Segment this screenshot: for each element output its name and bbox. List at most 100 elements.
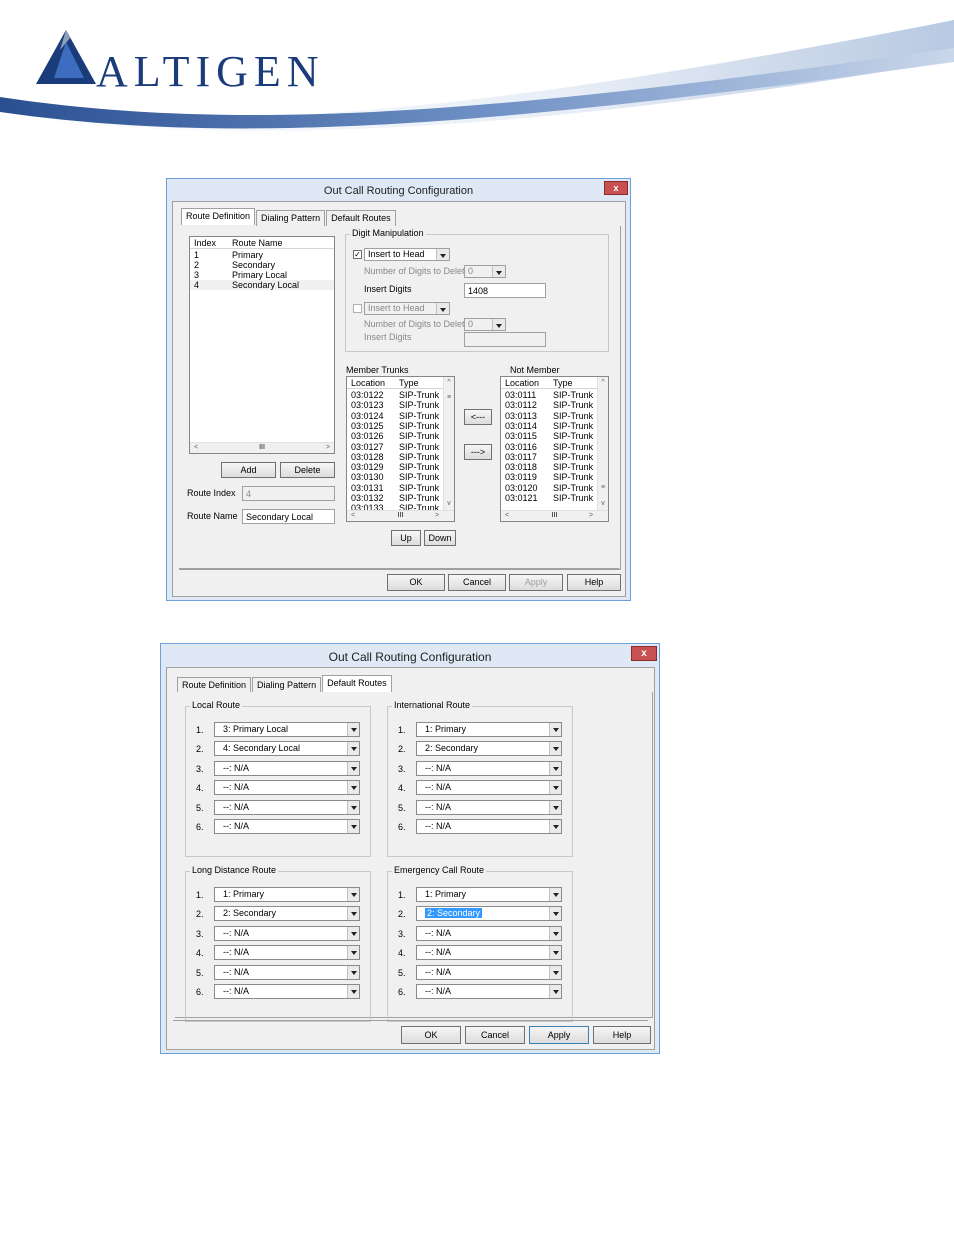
tab-default-routes[interactable]: Default Routes (326, 210, 396, 227)
chevron-down-icon[interactable] (347, 820, 359, 833)
list-item[interactable]: 03:0118 SIP-Trunk (501, 462, 599, 472)
move-to-member-button[interactable]: <--- (464, 409, 492, 425)
list-item[interactable]: 1 Primary (190, 250, 334, 260)
list-item[interactable]: 03:0113 SIP-Trunk (501, 411, 599, 421)
international-route-priority-dropdown[interactable]: --: N/A (416, 799, 562, 815)
rule2-checkbox[interactable] (353, 304, 362, 313)
long-distance-route-priority-dropdown[interactable]: --: N/A (214, 964, 360, 980)
not-member-vscrollbar[interactable]: ^ ≡ v (597, 377, 608, 510)
tab-route-definition[interactable]: Route Definition (181, 208, 256, 225)
column-route-name[interactable]: Route Name (232, 238, 283, 248)
emergency-call-route-priority-dropdown[interactable]: --: N/A (416, 925, 562, 941)
scroll-grip-icon[interactable]: ≡ (444, 393, 454, 403)
chevron-down-icon[interactable] (549, 985, 561, 998)
list-item[interactable]: 03:0117 SIP-Trunk (501, 452, 599, 462)
local-route-priority-dropdown[interactable]: --: N/A (214, 760, 360, 776)
column-location[interactable]: Location (351, 378, 385, 388)
scroll-right-icon[interactable]: > (432, 511, 442, 521)
member-trunks-list[interactable]: Location Type 03:0122 SIP-Trunk 03:0123 SIP… (346, 376, 455, 522)
column-index[interactable]: Index (194, 238, 216, 248)
list-item[interactable]: 03:0126 SIP-Trunk (347, 431, 445, 441)
list-item[interactable]: 03:0132 SIP-Trunk (347, 493, 445, 503)
list-item[interactable]: 03:0119 SIP-Trunk (501, 472, 599, 482)
chevron-down-icon[interactable] (436, 249, 449, 260)
chevron-down-icon[interactable] (347, 781, 359, 795)
apply-button[interactable]: Apply (529, 1026, 589, 1044)
not-member-hscrollbar[interactable]: < III > (501, 510, 608, 521)
international-route-priority-dropdown[interactable]: 1: Primary (416, 722, 562, 737)
scroll-grip-icon[interactable]: ≡ (598, 483, 608, 493)
list-item[interactable]: 2 Secondary (190, 260, 334, 270)
chevron-down-icon[interactable] (549, 761, 561, 775)
international-route-priority-dropdown[interactable]: --: N/A (416, 819, 562, 834)
international-route-priority-dropdown[interactable]: --: N/A (416, 760, 562, 776)
long-distance-route-priority-dropdown[interactable]: --: N/A (214, 984, 360, 999)
local-route-priority-dropdown[interactable]: --: N/A (214, 819, 360, 834)
list-item[interactable]: 03:0125 SIP-Trunk (347, 421, 445, 431)
tab-dialing-pattern[interactable]: Dialing Pattern (256, 210, 326, 227)
chevron-down-icon[interactable] (549, 781, 561, 795)
list-item[interactable]: 03:0128 SIP-Trunk (347, 452, 445, 462)
list-item[interactable]: 03:0120 SIP-Trunk (501, 483, 599, 493)
chevron-down-icon[interactable] (549, 946, 561, 960)
scroll-up-icon[interactable]: ^ (444, 378, 454, 388)
list-item[interactable]: 03:0123 SIP-Trunk (347, 400, 445, 410)
not-member-list[interactable]: Location Type 03:0111 SIP-Trunk 03:0112 SIP… (500, 376, 609, 522)
chevron-down-icon[interactable] (347, 946, 359, 960)
long-distance-route-priority-dropdown[interactable]: --: N/A (214, 925, 360, 941)
emergency-call-route-priority-dropdown[interactable]: 1: Primary (416, 887, 562, 902)
move-to-not-member-button[interactable]: ---> (464, 444, 492, 460)
chevron-down-icon[interactable] (549, 800, 561, 814)
international-route-priority-dropdown[interactable]: 2: Secondary (416, 741, 562, 757)
chevron-down-icon[interactable] (347, 888, 359, 901)
emergency-call-route-priority-dropdown[interactable]: --: N/A (416, 984, 562, 999)
scroll-down-icon[interactable]: v (444, 499, 454, 509)
chevron-down-icon[interactable] (347, 985, 359, 998)
scroll-right-icon[interactable]: > (323, 443, 333, 453)
scroll-down-icon[interactable]: v (598, 499, 608, 509)
long-distance-route-priority-dropdown[interactable]: 1: Primary (214, 887, 360, 902)
rule1-insert-digits-input[interactable]: 1408 (464, 283, 546, 298)
close-button[interactable]: x (604, 181, 628, 195)
chevron-down-icon[interactable] (347, 907, 359, 921)
member-trunks-hscrollbar[interactable]: < III > (347, 510, 454, 521)
route-list-hscrollbar[interactable]: < III > (190, 442, 334, 453)
local-route-priority-dropdown[interactable]: 4: Secondary Local (214, 741, 360, 757)
help-button[interactable]: Help (567, 574, 621, 591)
chevron-down-icon[interactable] (549, 907, 561, 921)
list-item[interactable]: 03:0124 SIP-Trunk (347, 411, 445, 421)
chevron-down-icon[interactable] (549, 965, 561, 979)
list-item[interactable]: 03:0111 SIP-Trunk (501, 390, 599, 400)
local-route-priority-dropdown[interactable]: --: N/A (214, 780, 360, 796)
delete-button[interactable]: Delete (280, 462, 335, 478)
list-item[interactable]: 3 Primary Local (190, 270, 334, 280)
chevron-down-icon[interactable] (347, 761, 359, 775)
list-item[interactable]: 03:0115 SIP-Trunk (501, 431, 599, 441)
scroll-left-icon[interactable]: < (348, 511, 358, 521)
tab-default-routes[interactable]: Default Routes (322, 675, 392, 692)
column-type[interactable]: Type (553, 378, 573, 388)
local-route-priority-dropdown[interactable]: --: N/A (214, 799, 360, 815)
column-type[interactable]: Type (399, 378, 419, 388)
scroll-thumb-grip[interactable]: III (259, 444, 265, 451)
add-button[interactable]: Add (221, 462, 276, 478)
list-item[interactable]: 03:0121 SIP-Trunk (501, 493, 599, 503)
rule1-mode-dropdown[interactable]: Insert to Head (364, 248, 450, 261)
scroll-left-icon[interactable]: < (191, 443, 201, 453)
chevron-down-icon[interactable] (549, 820, 561, 833)
help-button[interactable]: Help (593, 1026, 651, 1044)
cancel-button[interactable]: Cancel (465, 1026, 525, 1044)
list-item[interactable]: 03:0116 SIP-Trunk (501, 442, 599, 452)
chevron-down-icon[interactable] (549, 723, 561, 736)
route-list[interactable]: Index Route Name 1 Primary 2 Secondary 3… (189, 236, 335, 454)
member-trunks-vscrollbar[interactable]: ^ ≡ v (443, 377, 454, 510)
list-item[interactable]: 03:0131 SIP-Trunk (347, 483, 445, 493)
emergency-call-route-priority-dropdown[interactable]: 2: Secondary (416, 906, 562, 922)
list-item[interactable]: 03:0114 SIP-Trunk (501, 421, 599, 431)
local-route-priority-dropdown[interactable]: 3: Primary Local (214, 722, 360, 737)
ok-button[interactable]: OK (387, 574, 445, 591)
chevron-down-icon[interactable] (549, 742, 561, 756)
scroll-right-icon[interactable]: > (586, 511, 596, 521)
down-button[interactable]: Down (424, 530, 456, 546)
emergency-call-route-priority-dropdown[interactable]: --: N/A (416, 964, 562, 980)
